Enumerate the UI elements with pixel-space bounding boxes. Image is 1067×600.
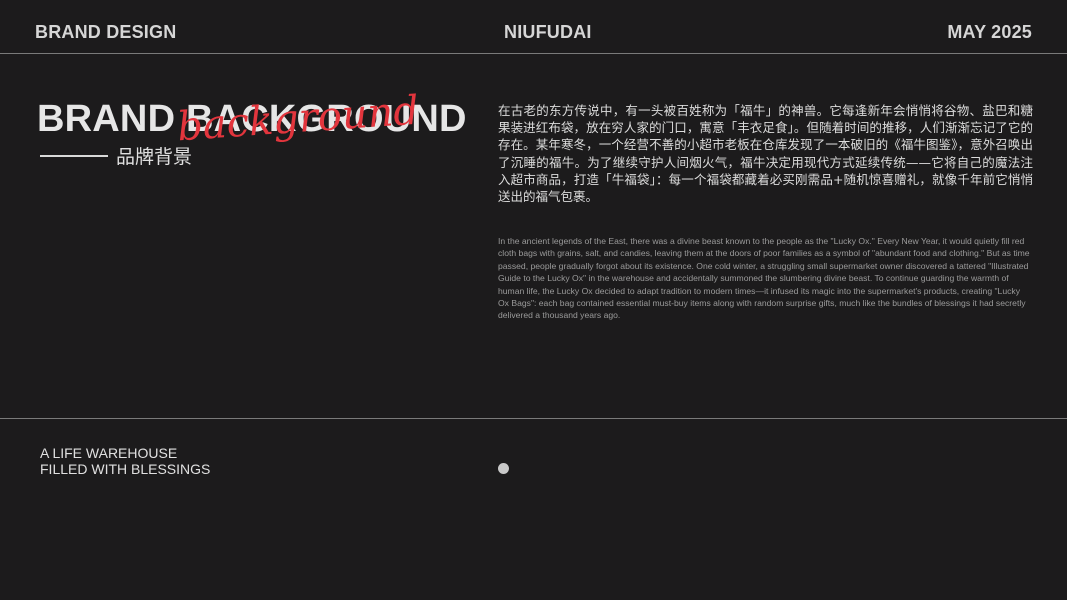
top-divider — [0, 53, 1067, 54]
header-date: MAY 2025 — [947, 22, 1032, 42]
chinese-paragraph: 在古老的东方传说中，有一头被百姓称为「福牛」的神兽。它每逢新年会悄悄将谷物、盐巴… — [498, 103, 1033, 205]
bottom-divider — [0, 418, 1067, 419]
tagline-line-2: FILLED WITH BLESSINGS — [40, 460, 211, 477]
title-block: BRAND BACKGROUND background 品牌背景 — [37, 88, 477, 206]
top-bar: BRAND DESIGN NIUFUDAI MAY 2025 — [0, 0, 1067, 53]
subtitle-row: 品牌背景 — [40, 142, 192, 169]
subtitle-dash — [40, 154, 108, 157]
english-paragraph: In the ancient legends of the East, ther… — [498, 236, 1030, 321]
tagline: A LIFE WAREHOUSE FILLED WITH BLESSINGS — [40, 445, 211, 477]
header-brand-design: BRAND DESIGN — [35, 22, 177, 42]
tagline-line-1: A LIFE WAREHOUSE — [40, 445, 178, 461]
header-brand-name: NIUFUDAI — [504, 22, 592, 42]
dot-indicator — [498, 463, 509, 474]
